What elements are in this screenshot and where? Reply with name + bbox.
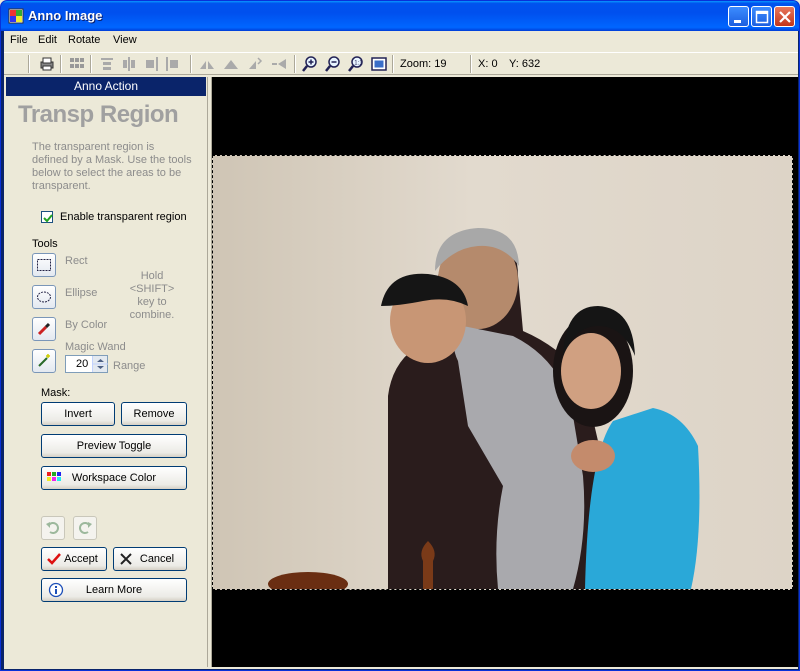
maximize-icon	[755, 10, 769, 24]
remove-button[interactable]: Remove	[121, 402, 187, 426]
fit-window-icon[interactable]	[370, 55, 388, 73]
minimize-icon	[734, 20, 741, 23]
svg-text:1:1: 1:1	[354, 60, 363, 66]
cancel-button[interactable]: Cancel	[113, 547, 187, 571]
shift-hint: Hold <SHIFT> key to combine.	[129, 270, 175, 321]
accept-label: Accept	[64, 553, 98, 565]
toolbar: 1:1 Zoom: 19 X: 0 Y: 632	[4, 52, 798, 75]
undo-button[interactable]	[41, 516, 65, 540]
align-right-icon[interactable]	[142, 55, 160, 73]
accept-button[interactable]: Accept	[41, 547, 107, 571]
app-icon	[8, 8, 24, 24]
learn-more-button[interactable]: Learn More	[41, 578, 187, 602]
by-color-tool-button[interactable]	[32, 317, 56, 341]
toolbar-separator	[28, 55, 30, 73]
menu-bar: File Edit Rotate View	[4, 31, 798, 50]
align-left-icon[interactable]	[164, 55, 182, 73]
redo-icon	[79, 522, 92, 534]
range-value[interactable]: 20	[76, 358, 88, 370]
grid-icon[interactable]	[68, 55, 86, 73]
workspace-color-label: Workspace Color	[71, 472, 157, 484]
toolbar-separator	[60, 55, 62, 73]
panel-description: The transparent region is defined by a M…	[32, 141, 192, 192]
rotate-right-icon[interactable]	[270, 55, 288, 73]
spinner-arrows-icon	[93, 359, 108, 369]
close-icon	[779, 11, 791, 23]
by-color-tool-label: By Color	[65, 319, 108, 331]
zoom-actual-icon[interactable]: 1:1	[347, 55, 365, 73]
close-icon	[120, 553, 132, 565]
panel-title: Transp Region	[18, 101, 179, 128]
checkmark-icon	[47, 553, 61, 565]
info-icon	[48, 582, 64, 598]
align-top-icon[interactable]	[98, 55, 116, 73]
zoom-readout: Zoom: 19	[400, 58, 447, 70]
toolbar-separator	[470, 55, 472, 73]
align-center-icon[interactable]	[120, 55, 138, 73]
undo-icon	[46, 522, 59, 534]
anno-action-panel: Anno Action Transp Region The transparen…	[6, 77, 208, 667]
checkmark-icon	[43, 214, 53, 223]
toolbar-separator	[90, 55, 92, 73]
ellipse-tool-button[interactable]	[32, 285, 56, 309]
toolbar-separator	[294, 55, 296, 73]
mask-label: Mask:	[41, 387, 71, 399]
magic-wand-icon	[38, 354, 50, 367]
tools-label: Tools	[32, 238, 58, 250]
close-button[interactable]	[774, 6, 795, 27]
print-icon[interactable]	[38, 55, 56, 73]
minimize-button[interactable]	[728, 6, 749, 27]
photo-content	[268, 228, 700, 596]
client-area: File Edit Rotate View 1:1 Zoom: 19 X: 0 …	[4, 31, 798, 669]
menu-edit[interactable]: Edit	[38, 34, 57, 46]
cancel-label: Cancel	[139, 553, 175, 565]
toolbar-separator	[392, 55, 394, 73]
workspace-color-button[interactable]: Workspace Color	[41, 466, 187, 490]
rect-select-icon	[37, 259, 51, 271]
preview-toggle-button[interactable]: Preview Toggle	[41, 434, 187, 458]
eyedropper-icon	[37, 322, 51, 336]
toolbar-separator	[190, 55, 192, 73]
rect-tool-button[interactable]	[32, 253, 56, 277]
app-window: Anno Image File Edit Rotate View 1:1 Zoo…	[0, 0, 800, 671]
maximize-button[interactable]	[751, 6, 772, 27]
range-label: Range	[113, 360, 146, 372]
zoom-in-icon[interactable]	[301, 55, 319, 73]
range-spinner[interactable]: 20	[65, 355, 108, 373]
range-spinner-buttons[interactable]	[92, 356, 108, 372]
panel-header: Anno Action	[6, 77, 206, 96]
enable-transparent-label[interactable]: Enable transparent region	[60, 211, 187, 223]
magic-wand-tool-label: Magic Wand	[65, 341, 126, 353]
title-bar[interactable]: Anno Image	[1, 1, 799, 31]
window-title: Anno Image	[28, 8, 103, 23]
rect-tool-label: Rect	[65, 255, 88, 267]
menu-rotate[interactable]: Rotate	[68, 34, 100, 46]
ellipse-tool-label: Ellipse	[65, 287, 98, 299]
x-coordinate: X: 0	[478, 58, 498, 70]
menu-file[interactable]: File	[10, 34, 28, 46]
learn-more-label: Learn More	[85, 584, 143, 596]
y-coordinate: Y: 632	[509, 58, 541, 70]
enable-transparent-checkbox[interactable]	[41, 211, 53, 223]
image-canvas[interactable]	[211, 77, 798, 667]
rotate-left-icon[interactable]	[246, 55, 264, 73]
flip-icon[interactable]	[198, 55, 216, 73]
mirror-icon[interactable]	[222, 55, 240, 73]
ellipse-select-icon	[37, 291, 51, 303]
invert-button[interactable]: Invert	[41, 402, 115, 426]
color-palette-icon	[47, 472, 61, 481]
photo[interactable]	[212, 155, 793, 596]
redo-button[interactable]	[73, 516, 97, 540]
magic-wand-tool-button[interactable]	[32, 349, 56, 373]
menu-view[interactable]: View	[113, 34, 137, 46]
zoom-out-icon[interactable]	[324, 55, 342, 73]
